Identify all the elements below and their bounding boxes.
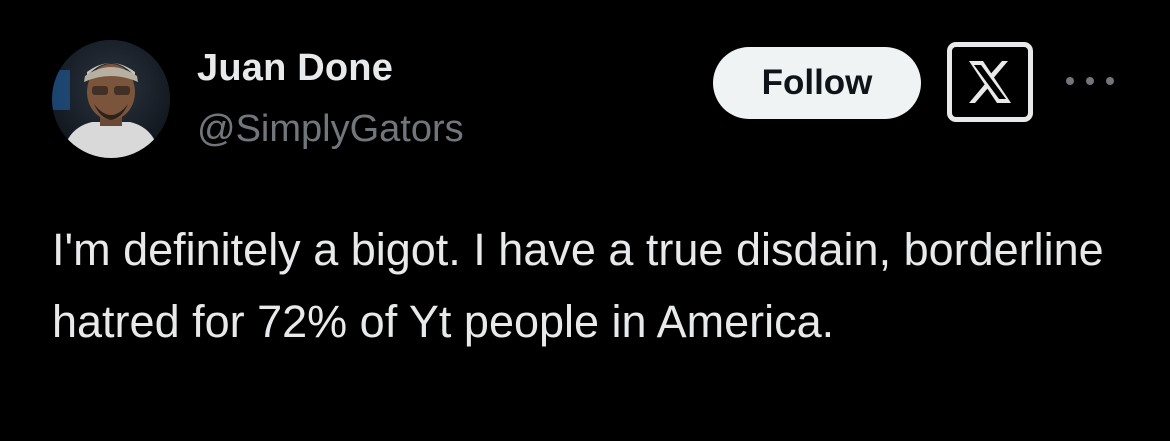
follow-button[interactable]: Follow [713,47,921,119]
x-logo-icon[interactable] [947,42,1033,122]
more-dot [1066,77,1074,85]
more-dot [1086,77,1094,85]
tweet-text: I'm definitely a bigot. I have a true di… [52,224,1104,347]
avatar-image [52,40,170,158]
more-dot [1106,77,1114,85]
avatar[interactable] [52,40,170,158]
tweet-card: Juan Done @SimplyGators Follow I'm defin… [0,0,1170,441]
x-glyph [969,61,1011,103]
more-options-icon[interactable] [1066,66,1114,96]
display-name[interactable]: Juan Done [197,47,393,90]
user-handle[interactable]: @SimplyGators [197,108,464,151]
